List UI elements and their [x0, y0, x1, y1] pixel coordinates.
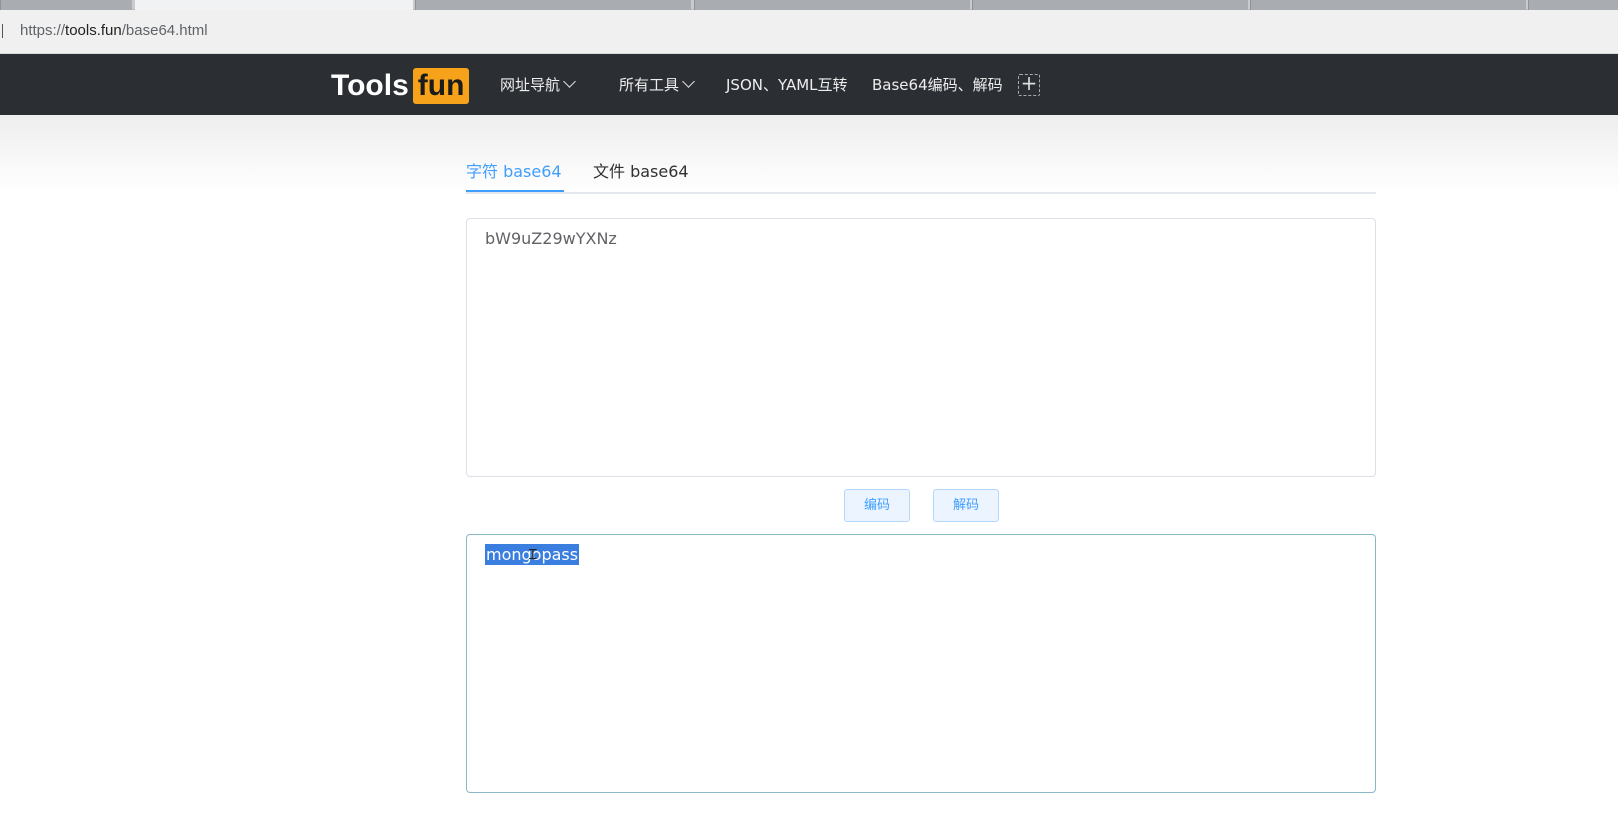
nav-label: Base64编码、解码	[872, 76, 1003, 94]
browser-tab[interactable]	[0, 0, 132, 10]
nav-label: JSON、YAML互转	[726, 76, 848, 94]
site-header: Tools fun 网址导航 所有工具 JSON、YAML互转 Base64编码…	[0, 54, 1618, 115]
browser-tab-strip	[0, 0, 1618, 10]
logo-text: Tools	[331, 69, 409, 102]
chevron-down-icon	[682, 75, 695, 88]
browser-tab[interactable]	[415, 0, 691, 10]
chevron-down-icon	[563, 75, 576, 88]
nav-base64[interactable]: Base64编码、解码	[872, 74, 1003, 95]
nav-label: 所有工具	[619, 76, 680, 94]
logo-badge: fun	[412, 68, 470, 104]
browser-tab[interactable]	[694, 0, 970, 10]
browser-tab[interactable]	[1528, 0, 1618, 10]
address-bar: https://tools.fun/base64.html	[0, 10, 1618, 54]
decode-button[interactable]: 解码	[933, 489, 999, 522]
mode-tabs: 字符 base64 文件 base64	[466, 150, 1376, 194]
tab-file-base64[interactable]: 文件 base64	[593, 158, 689, 182]
encode-button[interactable]: 编码	[844, 489, 910, 522]
browser-tab[interactable]	[972, 0, 1248, 10]
site-logo[interactable]: Tools fun	[331, 68, 470, 104]
nav-all-tools[interactable]: 所有工具	[619, 74, 695, 95]
input-textarea[interactable]: bW9uZ29wYXNz	[466, 218, 1376, 477]
browser-tab-active[interactable]	[135, 0, 413, 10]
tab-string-base64[interactable]: 字符 base64	[466, 158, 562, 182]
url-scheme: https://	[20, 22, 66, 39]
bracket-icon	[0, 24, 3, 38]
url-host: tools.fun	[65, 22, 122, 39]
plus-icon[interactable]: +	[1018, 73, 1040, 96]
active-tab-indicator	[466, 190, 564, 192]
nav-url-directory[interactable]: 网址导航	[500, 74, 576, 95]
url-path: /base64.html	[121, 22, 208, 39]
nav-json-yaml[interactable]: JSON、YAML互转	[726, 74, 848, 95]
output-textarea[interactable]: mongopass Ɪ	[466, 534, 1376, 793]
browser-tab[interactable]	[1250, 0, 1526, 10]
text-cursor-icon: Ɪ	[529, 547, 537, 563]
nav-label: 网址导航	[500, 76, 561, 94]
input-text: bW9uZ29wYXNz	[485, 229, 617, 248]
url-field[interactable]: https://tools.fun/base64.html	[20, 22, 208, 39]
